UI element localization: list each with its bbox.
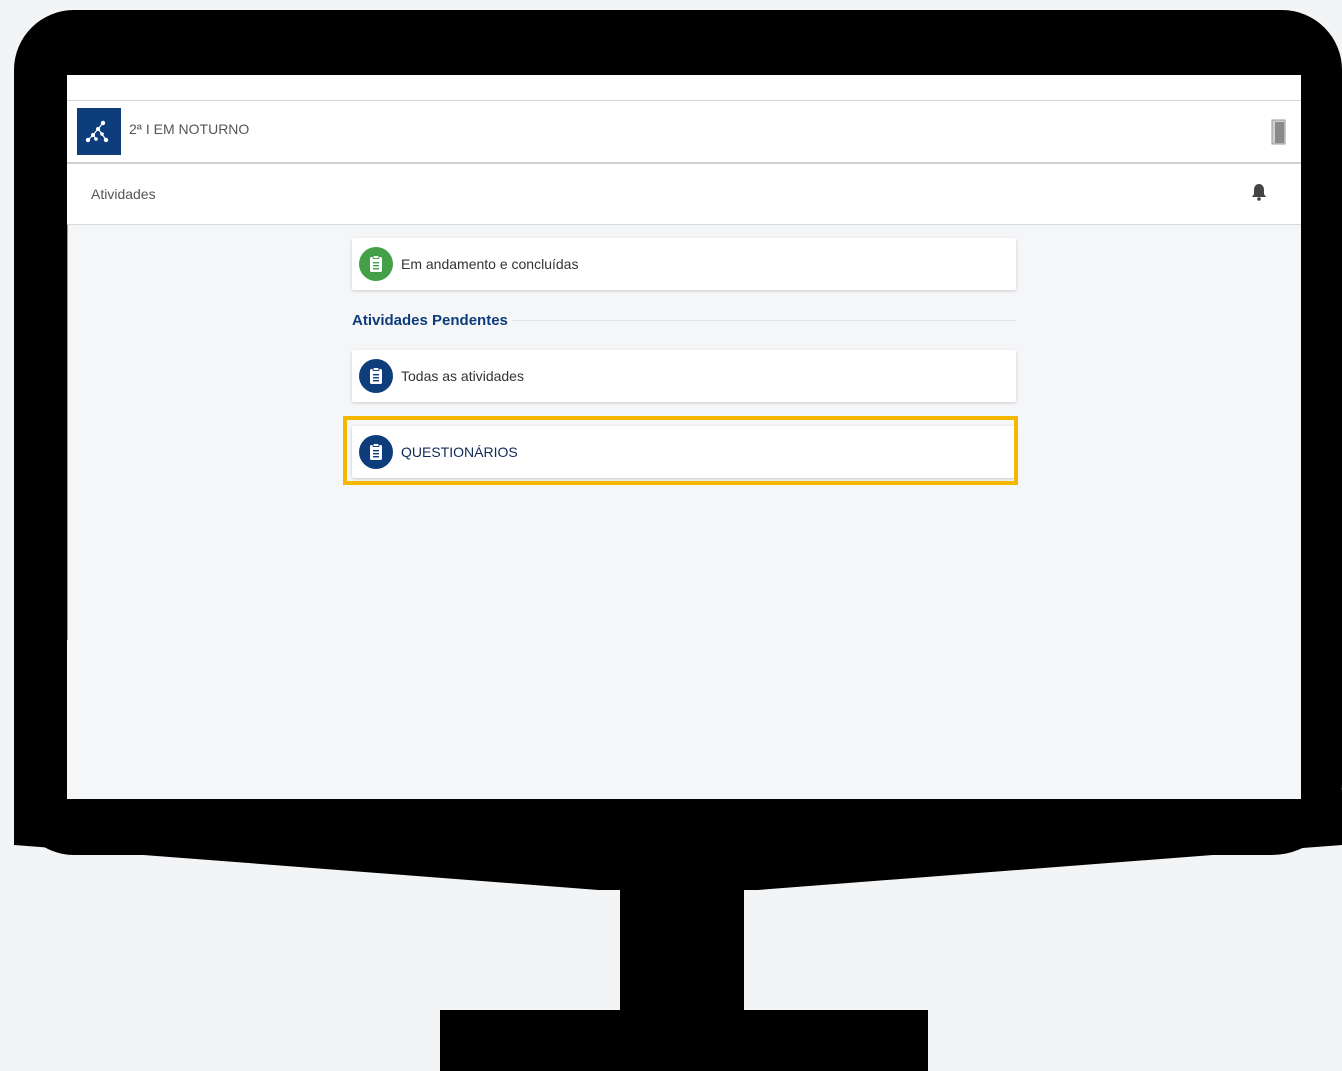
- network-logo-icon[interactable]: [77, 108, 121, 155]
- screen: 2ª I EM NOTURNO Atividades Em andamento …: [67, 75, 1301, 799]
- clipboard-icon: [359, 247, 393, 281]
- card-label: Em andamento e concluídas: [401, 256, 579, 272]
- monitor-base: [440, 1010, 928, 1071]
- class-title: 2ª I EM NOTURNO: [129, 121, 250, 137]
- highlight-box: [343, 416, 1018, 485]
- left-divider: [67, 225, 68, 640]
- browser-top-strip: [67, 75, 1301, 101]
- monitor-neck: [620, 885, 744, 1015]
- card-em-andamento[interactable]: Em andamento e concluídas: [352, 238, 1016, 290]
- app-header: 2ª I EM NOTURNO: [67, 101, 1301, 164]
- door-exit-icon[interactable]: [1271, 119, 1287, 145]
- section-title: Atividades Pendentes: [352, 312, 508, 329]
- monitor-chin: [14, 790, 1342, 890]
- bell-icon[interactable]: [1251, 183, 1267, 201]
- page-title: Atividades: [91, 186, 156, 202]
- section-divider: [512, 320, 1016, 321]
- card-todas-atividades[interactable]: Todas as atividades: [352, 350, 1016, 402]
- card-label: Todas as atividades: [401, 368, 524, 384]
- page-subheader: Atividades: [67, 164, 1301, 225]
- clipboard-icon: [359, 359, 393, 393]
